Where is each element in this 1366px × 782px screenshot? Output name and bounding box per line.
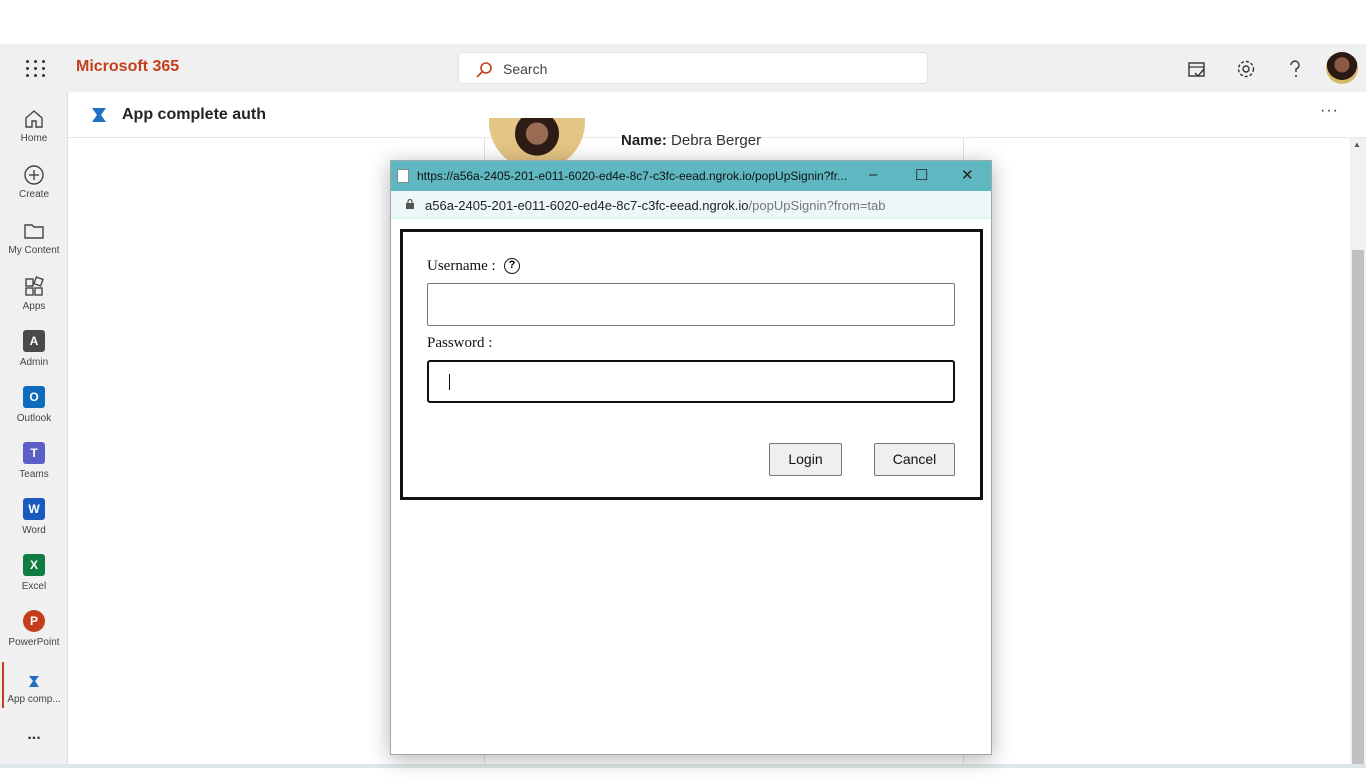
waffle-icon[interactable] bbox=[14, 54, 54, 82]
rail-item-label: Create bbox=[18, 189, 49, 200]
popup-title: https://a56a-2405-201-e011-6020-ed4e-8c7… bbox=[417, 169, 848, 183]
rail-item-label: My Content bbox=[8, 245, 60, 256]
rail-item-my-content[interactable]: My Content bbox=[0, 212, 68, 268]
settings-icon[interactable] bbox=[1235, 58, 1257, 80]
outlook-icon: O bbox=[23, 386, 45, 408]
password-input[interactable] bbox=[427, 360, 955, 403]
rail-item-create[interactable]: Create bbox=[0, 156, 68, 212]
rail-item-label: Word bbox=[22, 525, 46, 536]
lock-icon bbox=[406, 199, 414, 209]
rail-item-excel[interactable]: X Excel bbox=[0, 548, 68, 604]
rail-item-home[interactable]: Home bbox=[0, 100, 68, 156]
brand-name[interactable]: Microsoft 365 bbox=[76, 58, 179, 76]
app-complete-auth-icon bbox=[29, 676, 39, 687]
scrollbar-thumb[interactable] bbox=[1352, 250, 1364, 764]
profile-name: Name: Debra Berger bbox=[621, 132, 761, 149]
help-icon[interactable] bbox=[1284, 58, 1306, 80]
avatar[interactable] bbox=[1326, 52, 1358, 84]
name-label: Name: bbox=[621, 132, 667, 149]
help-question-icon[interactable]: ? bbox=[504, 258, 520, 274]
search-icon bbox=[476, 62, 492, 78]
rail-more-button[interactable]: ... bbox=[0, 726, 68, 782]
close-icon[interactable]: ✕ bbox=[961, 166, 974, 184]
minimize-icon[interactable]: – bbox=[869, 166, 877, 183]
page-icon bbox=[397, 169, 409, 183]
url-path: /popUpSignin?from=tab bbox=[748, 198, 886, 213]
folder-icon bbox=[24, 224, 44, 239]
rail-item-app-complete-auth[interactable]: App comp... bbox=[0, 662, 68, 718]
m365-header: Microsoft 365 Search bbox=[0, 44, 1366, 92]
home-icon bbox=[25, 110, 43, 128]
rail-item-label: Apps bbox=[22, 301, 46, 312]
popup-titlebar[interactable]: https://a56a-2405-201-e011-6020-ed4e-8c7… bbox=[391, 161, 991, 191]
rail-item-admin[interactable]: A Admin bbox=[0, 324, 68, 380]
url-host: a56a-2405-201-e011-6020-ed4e-8c7-c3fc-ee… bbox=[425, 198, 749, 213]
name-value: Debra Berger bbox=[671, 132, 762, 149]
bottom-edge bbox=[0, 764, 1366, 768]
rail-item-label: Home bbox=[20, 133, 48, 144]
signin-popup-window: https://a56a-2405-201-e011-6020-ed4e-8c7… bbox=[390, 160, 992, 755]
popup-url: a56a-2405-201-e011-6020-ed4e-8c7-c3fc-ee… bbox=[425, 198, 886, 213]
search-placeholder: Search bbox=[503, 61, 548, 77]
teams-icon: T bbox=[23, 442, 45, 464]
search-box[interactable]: Search bbox=[458, 52, 928, 84]
rail-item-label: Admin bbox=[19, 357, 49, 368]
popup-address-bar: a56a-2405-201-e011-6020-ed4e-8c7-c3fc-ee… bbox=[391, 191, 991, 219]
rail-item-label: Outlook bbox=[16, 413, 52, 424]
admin-icon: A bbox=[23, 330, 45, 352]
rail-item-label: Teams bbox=[19, 469, 49, 480]
signin-form: Username : ? Password : Login Cancel bbox=[400, 229, 983, 500]
app-rail: Home Create My Content Apps A Admin O Ou… bbox=[0, 92, 68, 768]
app-logo-icon bbox=[92, 108, 106, 122]
feedback-icon[interactable] bbox=[1186, 58, 1208, 80]
scroll-up-icon[interactable]: ▲ bbox=[1353, 140, 1361, 149]
rail-item-outlook[interactable]: O Outlook bbox=[0, 380, 68, 436]
username-label: Username : bbox=[427, 258, 496, 274]
password-label: Password : bbox=[427, 335, 493, 351]
rail-item-label: App comp... bbox=[7, 694, 61, 705]
app-title: App complete auth bbox=[122, 106, 267, 123]
page-scrollbar[interactable]: ▲ bbox=[1350, 138, 1366, 764]
rail-item-label: PowerPoint bbox=[8, 637, 60, 648]
browser-chrome-blank bbox=[0, 0, 1366, 44]
create-icon bbox=[24, 165, 44, 185]
rail-item-word[interactable]: W Word bbox=[0, 492, 68, 548]
text-caret bbox=[449, 374, 450, 390]
word-icon: W bbox=[23, 498, 45, 520]
maximize-icon[interactable]: ☐ bbox=[915, 166, 928, 184]
excel-icon: X bbox=[23, 554, 45, 576]
more-icon: ... bbox=[27, 726, 41, 743]
rail-item-powerpoint[interactable]: P PowerPoint bbox=[0, 604, 68, 660]
powerpoint-icon: P bbox=[23, 610, 45, 632]
apps-icon bbox=[25, 276, 44, 296]
cancel-button[interactable]: Cancel bbox=[874, 443, 955, 476]
rail-item-teams[interactable]: T Teams bbox=[0, 436, 68, 492]
app-more-button[interactable]: ··· bbox=[1320, 102, 1339, 120]
rail-item-apps[interactable]: Apps bbox=[0, 268, 68, 324]
username-input[interactable] bbox=[427, 283, 955, 326]
login-button[interactable]: Login bbox=[769, 443, 842, 476]
rail-item-label: Excel bbox=[21, 581, 47, 592]
